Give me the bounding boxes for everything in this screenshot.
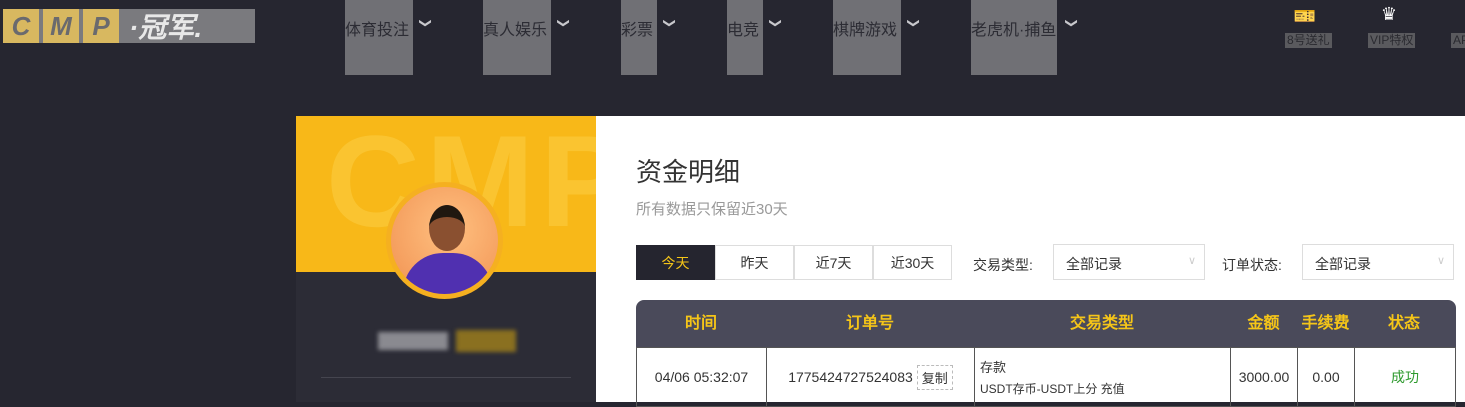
copy-button[interactable]: 复制	[916, 364, 953, 390]
cell-type: 存款 USDT存币-USDT上分 充值	[975, 348, 1231, 406]
logo-text: ·冠军.	[129, 12, 203, 43]
avatar[interactable]	[386, 182, 503, 299]
chevron-down-icon[interactable]: ❯	[1065, 18, 1079, 28]
nav-chess[interactable]: 棋牌游戏	[833, 0, 901, 75]
type-main: 存款	[980, 360, 1007, 375]
col-type: 交易类型	[1069, 315, 1134, 332]
chevron-down-icon[interactable]: ❯	[769, 18, 783, 28]
logo[interactable]: C M P ·冠军.	[3, 9, 255, 43]
chevron-down-icon[interactable]: ❯	[557, 18, 571, 28]
logo-letter: M	[43, 9, 79, 43]
type-label: 交易类型:	[973, 257, 1033, 273]
col-time: 时间	[684, 315, 717, 332]
filter-yesterday[interactable]: 昨天	[715, 245, 794, 280]
order-number: 1775424727524083	[788, 369, 913, 385]
type-value: 全部记录	[1066, 256, 1122, 272]
vip-badge-blurred	[456, 330, 516, 352]
chevron-down-icon: ∨	[1187, 255, 1196, 267]
tool-app[interactable]: AP	[1451, 33, 1465, 48]
nav-sports[interactable]: 体育投注	[345, 0, 413, 75]
status-badge: 成功	[1391, 369, 1419, 385]
crown-icon[interactable]: ♛	[1374, 4, 1404, 25]
logo-letter: P	[83, 9, 119, 43]
chevron-down-icon[interactable]: ❯	[663, 18, 677, 28]
nav-live-casino[interactable]: 真人娱乐	[483, 0, 551, 75]
cell-fee: 0.00	[1298, 348, 1355, 406]
table-header: 时间 订单号 交易类型 金额 手续费 状态	[636, 300, 1456, 347]
cell-time: 04/06 05:32:07	[637, 348, 767, 406]
nav-esports[interactable]: 电竞	[727, 0, 763, 75]
type-select[interactable]: 全部记录 ∨	[1053, 244, 1205, 280]
col-status: 状态	[1387, 315, 1420, 332]
cell-order: 1775424727524083 复制	[767, 348, 975, 406]
col-order: 订单号	[845, 315, 894, 332]
cell-amount: 3000.00	[1231, 348, 1298, 406]
filter-today[interactable]: 今天	[636, 245, 715, 280]
status-value: 全部记录	[1315, 256, 1371, 272]
divider	[321, 377, 571, 378]
chevron-down-icon[interactable]: ❯	[419, 18, 433, 28]
col-amount: 金额	[1247, 315, 1280, 332]
chevron-down-icon: ∨	[1436, 255, 1445, 267]
status-select[interactable]: 全部记录 ∨	[1302, 244, 1454, 280]
tool-gift[interactable]: 8号送礼	[1285, 33, 1332, 48]
page-subtitle: 所有数据只保留近30天	[636, 201, 788, 218]
nav-slots-fishing[interactable]: 老虎机·捕鱼	[971, 0, 1057, 75]
filter-7days[interactable]: 近7天	[794, 245, 873, 280]
logo-letter: C	[3, 9, 39, 43]
status-label: 订单状态:	[1222, 257, 1282, 273]
table-row: 04/06 05:32:07 1775424727524083 复制 存款 USDT…	[636, 347, 1456, 407]
page-title: 资金明细	[636, 157, 741, 187]
username-blurred	[378, 332, 448, 350]
col-fee: 手续费	[1301, 315, 1350, 332]
funds-detail-panel: 资金明细 所有数据只保留近30天 今天 昨天 近7天 近30天 交易类型: 全部…	[596, 116, 1465, 407]
type-detail: USDT存币-USDT上分 充值	[980, 382, 1125, 396]
tool-vip[interactable]: VIP特权	[1368, 33, 1416, 48]
filter-30days[interactable]: 近30天	[873, 245, 952, 280]
ticket-yen-icon[interactable]: 🎫	[1290, 6, 1320, 27]
nav-lottery[interactable]: 彩票	[621, 0, 657, 75]
profile-panel: CMP	[296, 116, 596, 402]
chevron-down-icon[interactable]: ❯	[907, 18, 921, 28]
